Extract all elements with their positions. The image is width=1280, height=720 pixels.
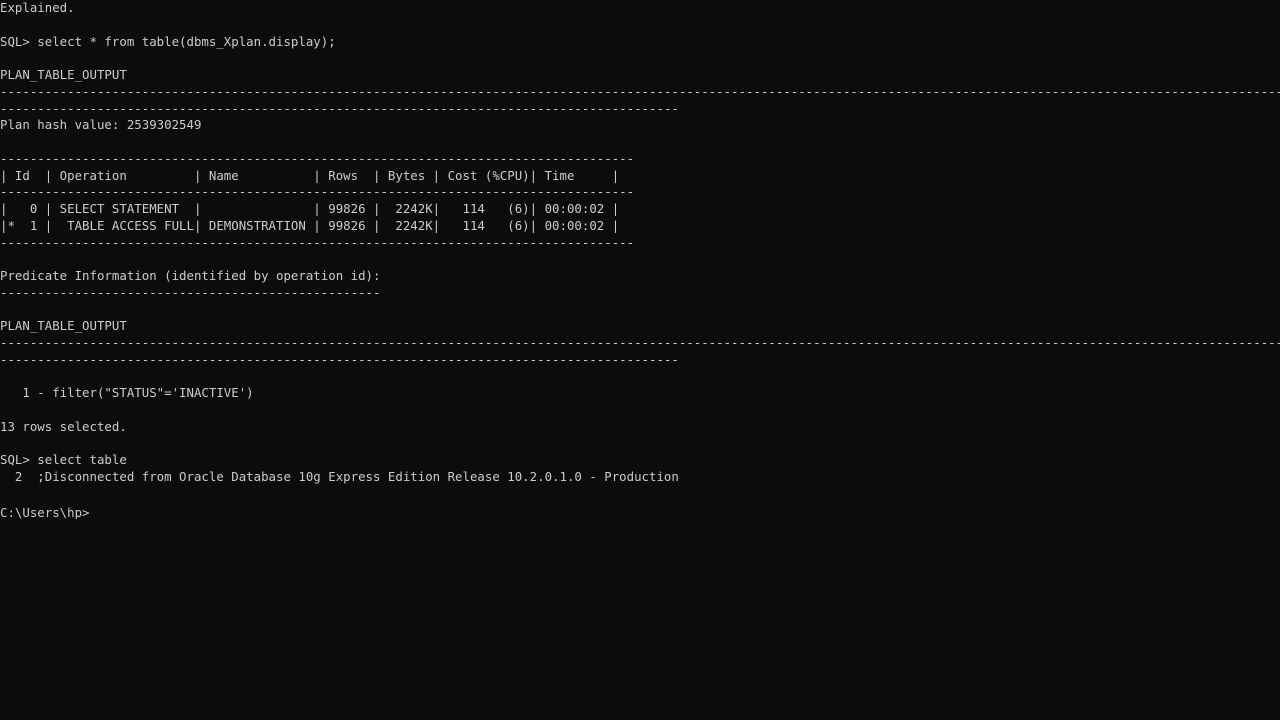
plan-hash-value: Plan hash value: 2539302549 <box>0 117 202 133</box>
plan-table-border: ----------------------------------------… <box>0 234 635 250</box>
plan-table-border: ----------------------------------------… <box>0 150 635 166</box>
terminal-window[interactable]: Explained. SQL> select * from table(dbms… <box>0 0 1280 720</box>
separator-line: ----------------------------------------… <box>0 100 679 116</box>
separator-line: ----------------------------------------… <box>0 335 1280 350</box>
separator-line: ----------------------------------------… <box>0 83 1280 99</box>
output-line-explained: Explained. <box>0 0 75 15</box>
sql-command-line: SQL> select * from table(dbms_Xplan.disp… <box>0 33 336 49</box>
separator-line: ----------------------------------------… <box>0 284 381 300</box>
command-prompt[interactable]: C:\Users\hp> <box>0 503 1280 520</box>
separator-line: ----------------------------------------… <box>0 351 679 367</box>
sql-command-line: SQL> select table <box>0 452 127 468</box>
disconnected-message-line: 2 ;Disconnected from Oracle Database 10g… <box>0 469 679 484</box>
plan-table-row: | 0 | SELECT STATEMENT | | 99826 | 2242K… <box>0 201 620 216</box>
plan-table-border: ----------------------------------------… <box>0 184 635 200</box>
rows-selected-line: 13 rows selected. <box>0 418 127 434</box>
command-prompt-text: C:\Users\hp> <box>0 504 90 520</box>
plan-table-row: |* 1 | TABLE ACCESS FULL| DEMONSTRATION … <box>0 217 620 233</box>
predicate-filter-line: 1 - filter("STATUS"='INACTIVE') <box>0 385 254 401</box>
text-cursor <box>90 503 91 517</box>
plan-table-output-header: PLAN_TABLE_OUTPUT <box>0 67 127 82</box>
plan-table-output-header: PLAN_TABLE_OUTPUT <box>0 318 127 334</box>
plan-table-header-row: | Id | Operation | Name | Rows | Bytes |… <box>0 167 620 183</box>
predicate-information-header: Predicate Information (identified by ope… <box>0 268 381 283</box>
